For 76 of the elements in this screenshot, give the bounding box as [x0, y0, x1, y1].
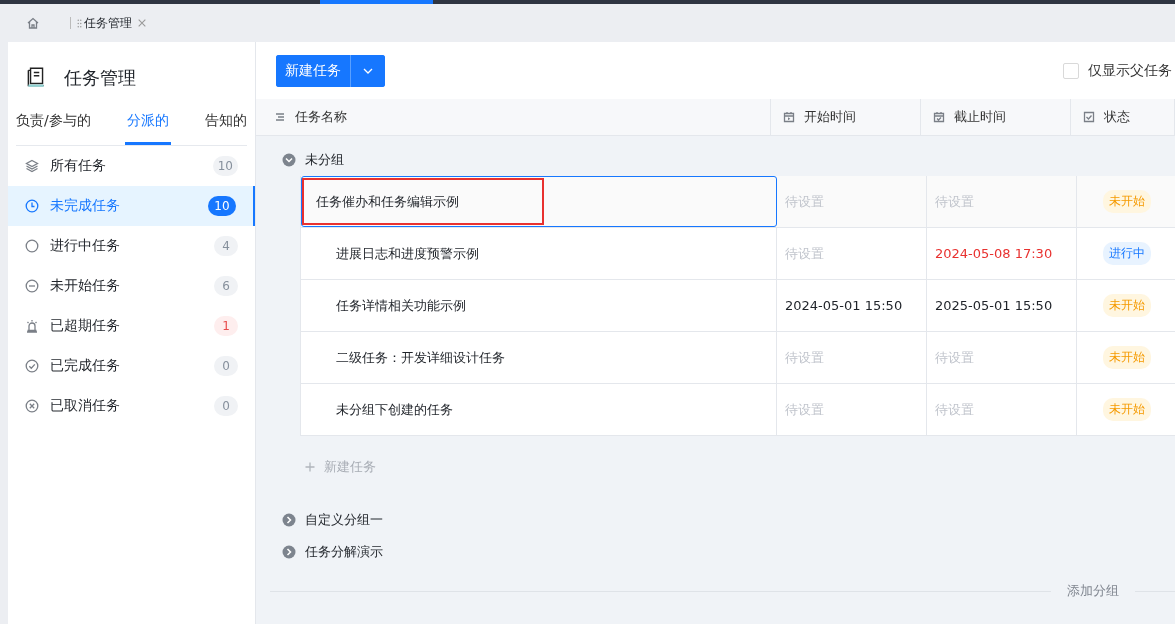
table-cell[interactable]: 二级任务：开发详细设计任务 [301, 332, 777, 383]
count-badge: 0 [214, 396, 238, 416]
group-name: 未分组 [305, 151, 344, 169]
checkbox-icon [1083, 111, 1095, 123]
checkbox-label: 仅显示父任务 [1088, 61, 1172, 80]
status-badge: 未开始 [1102, 398, 1151, 421]
drag-handle-icon [77, 17, 82, 29]
table-cell: 待设置 [777, 228, 927, 279]
count-badge: 1 [214, 316, 238, 336]
cancel-circle-icon [25, 399, 39, 413]
highlight-box: 任务催办和任务编辑示例 [302, 178, 544, 225]
item-label: 已完成任务 [50, 357, 121, 375]
group-toggle[interactable] [282, 545, 296, 559]
alarm-icon [25, 319, 39, 333]
table-cell[interactable]: 未分组下创建的任务 [301, 384, 777, 435]
status-badge: 未开始 [1102, 190, 1151, 213]
count-badge: 6 [214, 276, 238, 296]
table-cell: 2025-05-01 15:50 [927, 280, 1077, 331]
filter-tab[interactable]: 负责/参与的 [16, 100, 91, 145]
status-badge: 未开始 [1102, 294, 1151, 317]
status-badge: 未开始 [1102, 346, 1151, 369]
minus-circle-icon [25, 279, 39, 293]
group-toggle[interactable] [282, 153, 296, 167]
header-label: 状态 [1104, 108, 1130, 126]
group-name: 任务分解演示 [305, 543, 383, 561]
list-icon [274, 111, 286, 123]
table-cell[interactable]: 进展日志和进度预警示例 [301, 228, 777, 279]
home-button[interactable] [26, 16, 40, 30]
filter-tab[interactable]: 告知的 [205, 100, 247, 145]
status-badge: 进行中 [1102, 242, 1151, 265]
sidebar-item[interactable]: 所有任务 10 [8, 146, 255, 186]
table-cell[interactable]: 任务详情相关功能示例 [301, 280, 777, 331]
sidebar-item[interactable]: 进行中任务 4 [8, 226, 255, 266]
count-badge: 10 [212, 156, 238, 176]
home-icon [26, 16, 40, 30]
plus-icon [304, 461, 316, 473]
calendar-icon [783, 111, 795, 123]
count-badge: 0 [214, 356, 238, 376]
clock-icon [25, 199, 39, 213]
item-label: 未完成任务 [50, 197, 121, 215]
table-cell: 2024-05-01 15:50 [777, 280, 927, 331]
filter-tab[interactable]: 分派的 [124, 100, 171, 145]
new-task-button[interactable]: 新建任务 [276, 54, 351, 87]
header-label: 截止时间 [954, 108, 1006, 126]
checkbox[interactable] [1063, 62, 1079, 79]
check-circle-icon [25, 359, 39, 373]
item-label: 已取消任务 [50, 397, 121, 415]
table-cell: 待设置 [777, 384, 927, 435]
item-label: 未开始任务 [50, 277, 121, 295]
page-tab[interactable]: 任务管理 [84, 14, 132, 32]
sidebar-item[interactable]: 已完成任务 0 [8, 346, 255, 386]
group-name: 自定义分组一 [305, 511, 383, 529]
sidebar-title: 任务管理 [64, 66, 136, 90]
table-cell: 待设置 [927, 332, 1077, 383]
sidebar-item[interactable]: 未完成任务 10 [8, 186, 255, 226]
close-button[interactable] [137, 18, 147, 28]
count-badge: 10 [208, 196, 236, 216]
sidebar-item[interactable]: 未开始任务 6 [8, 266, 255, 306]
table-cell: 待设置 [777, 332, 927, 383]
table-cell: 2024-05-08 17:30 [927, 228, 1077, 279]
header-label: 开始时间 [804, 108, 856, 126]
sidebar-item[interactable]: 已取消任务 0 [8, 386, 255, 426]
layers-icon [25, 159, 39, 173]
item-label: 已超期任务 [50, 317, 121, 335]
table-cell: 待设置 [927, 384, 1077, 435]
table-cell[interactable]: 任务催办和任务编辑示例 [301, 176, 777, 227]
item-label: 所有任务 [50, 157, 107, 175]
add-group-button[interactable]: 添加分组 [1067, 582, 1119, 600]
calendar-icon [933, 111, 945, 123]
close-icon [137, 18, 147, 28]
item-label: 进行中任务 [50, 237, 121, 255]
sidebar-item[interactable]: 已超期任务 1 [8, 306, 255, 346]
count-badge: 4 [214, 236, 238, 256]
header-label: 任务名称 [295, 108, 347, 126]
circle-icon [25, 239, 39, 253]
group-toggle[interactable] [282, 513, 296, 527]
